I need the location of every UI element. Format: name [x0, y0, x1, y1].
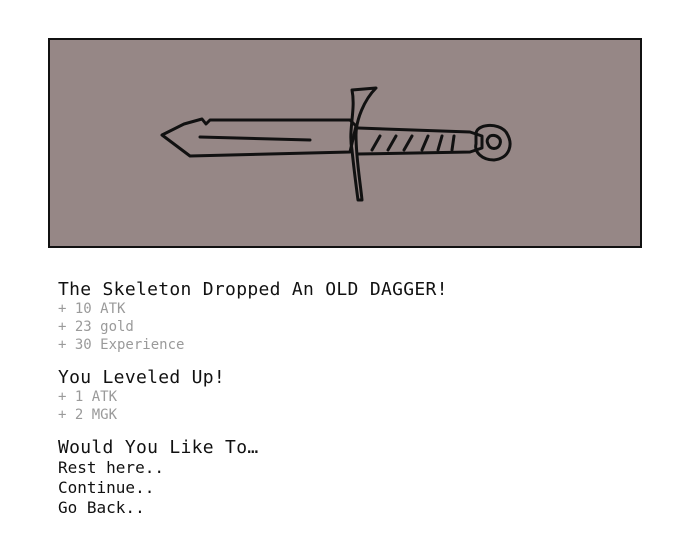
- level-up-message: You Leveled Up!: [58, 367, 226, 388]
- choice-prompt: Would You Like To…: [58, 437, 259, 458]
- combat-result-text: The Skeleton Dropped An OLD DAGGER! + 10…: [58, 280, 658, 532]
- level-reward-mgk: + 2 MGK: [58, 407, 118, 423]
- item-art-panel: [48, 38, 642, 248]
- option-continue[interactable]: Continue..: [58, 478, 658, 498]
- level-up-section: You Leveled Up! + 1 ATK + 2 MGK: [58, 368, 658, 424]
- reward-gold: + 23 gold: [58, 319, 134, 335]
- option-go-back[interactable]: Go Back..: [58, 498, 658, 518]
- loot-message: The Skeleton Dropped An OLD DAGGER!: [58, 279, 448, 300]
- reward-experience: + 30 Experience: [58, 337, 185, 353]
- reward-atk: + 10 ATK: [58, 301, 126, 317]
- loot-section: The Skeleton Dropped An OLD DAGGER! + 10…: [58, 280, 658, 354]
- option-rest-here[interactable]: Rest here..: [58, 458, 658, 478]
- old-dagger-icon: [160, 86, 512, 202]
- level-reward-atk: + 1 ATK: [58, 389, 118, 405]
- choices-section: Would You Like To… Rest here.. Continue.…: [58, 438, 658, 518]
